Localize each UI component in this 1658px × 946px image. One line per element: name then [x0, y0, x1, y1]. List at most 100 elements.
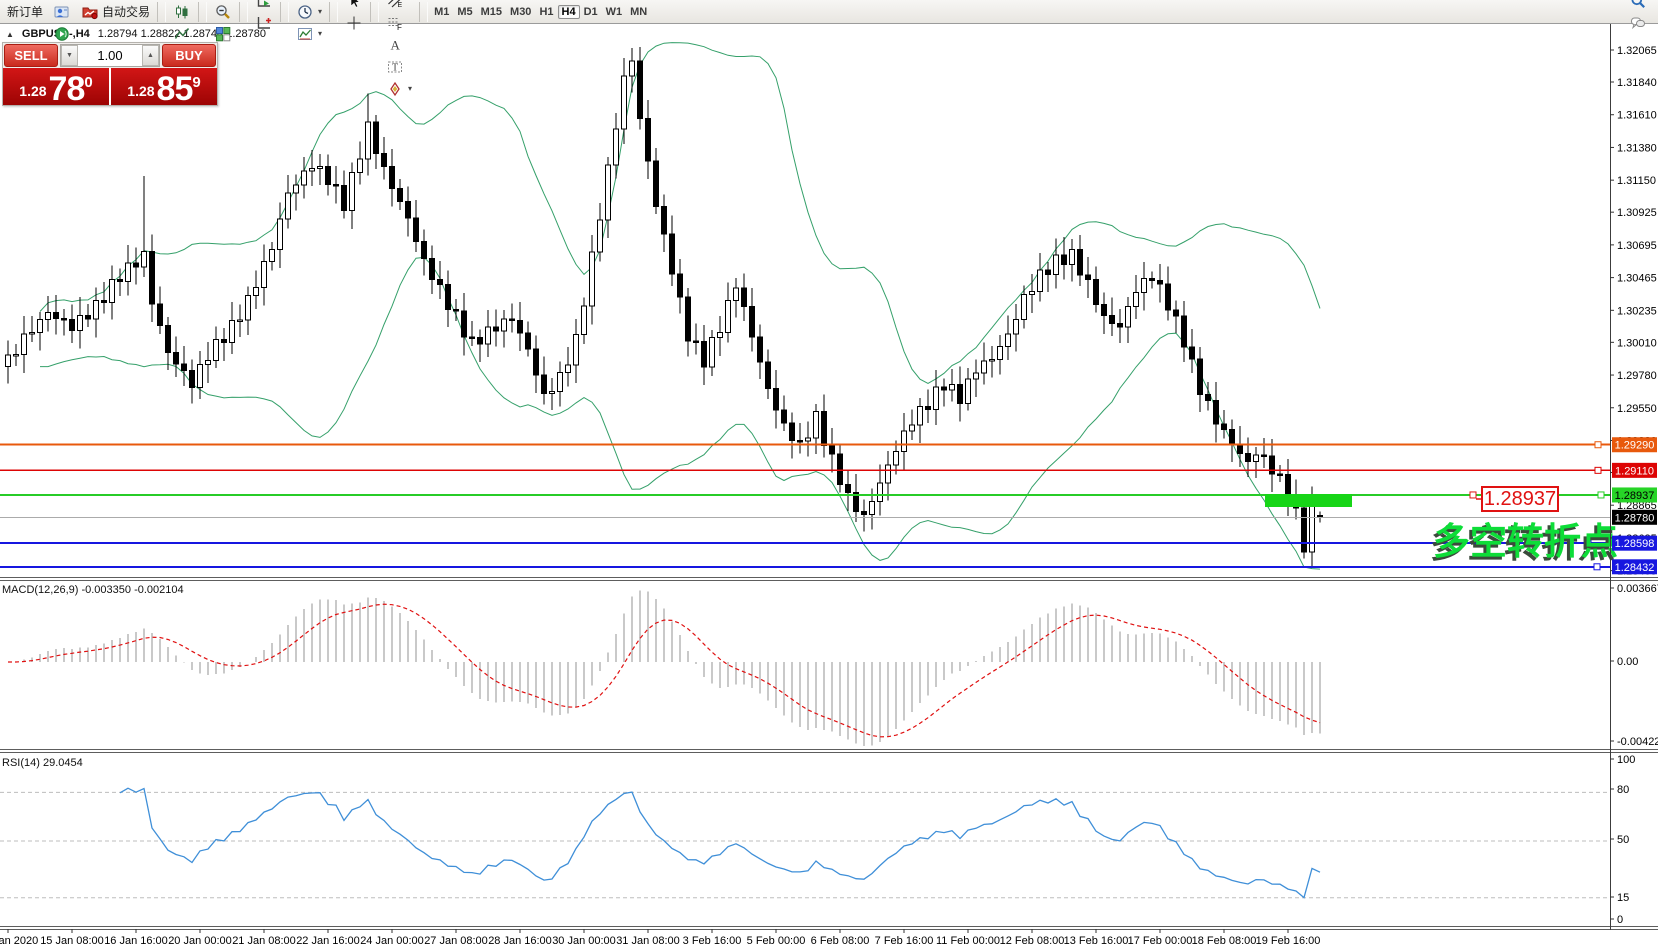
- timeframe-w1-button[interactable]: W1: [602, 5, 627, 19]
- time-tick-label: 16 Jan 16:00: [104, 935, 168, 946]
- time-tick-label: 31 Jan 08:00: [616, 935, 680, 946]
- periods-icon: [296, 3, 314, 21]
- time-tick-label: 7 Feb 16:00: [875, 935, 934, 946]
- candle-chart-icon: [173, 3, 191, 21]
- fibonacci-button[interactable]: F: [381, 12, 417, 34]
- chat-button[interactable]: [1624, 12, 1652, 34]
- time-tick-label: 15 Jan 08:00: [40, 935, 104, 946]
- crosshair-icon: [345, 14, 363, 32]
- price-tick-label: 1.32065: [1617, 45, 1657, 57]
- timeframe-mn-button[interactable]: MN: [626, 5, 651, 19]
- object-anchor-marker[interactable]: [1598, 492, 1604, 498]
- top-toolbar: 新订单 自动交易 ▾▾▾ EFAT▾ M1M5M15M30H1H4D1W1MN: [0, 0, 1658, 24]
- new-order-label: 新订单: [7, 3, 43, 20]
- timeframe-m5-button[interactable]: M5: [453, 5, 476, 19]
- price-badge-text: 1.28432: [1615, 562, 1655, 574]
- macd-histogram: [8, 591, 1320, 747]
- svg-text:F: F: [397, 23, 402, 31]
- time-axis[interactable]: 14 Jan 202015 Jan 08:0016 Jan 16:0020 Ja…: [0, 929, 1320, 946]
- green-highlight-bar[interactable]: [1265, 494, 1352, 507]
- toolbar-separator: [157, 2, 166, 22]
- autotrading-button[interactable]: 自动交易: [76, 1, 155, 23]
- price-tick-label: 1.30925: [1617, 207, 1657, 219]
- price-tick-label: 1.31840: [1617, 77, 1657, 89]
- collapse-triangle-icon[interactable]: ▲: [6, 30, 14, 39]
- periods-button[interactable]: ▾: [291, 1, 327, 23]
- candlestick-series: [6, 47, 1323, 567]
- chat-icon: [1629, 14, 1647, 32]
- object-anchor-marker[interactable]: [1595, 442, 1601, 448]
- price-badge-text: 1.29110: [1615, 465, 1654, 477]
- cn-note-text[interactable]: 多空转折点: [1433, 521, 1618, 562]
- tile-windows-button[interactable]: [209, 23, 237, 45]
- object-anchor-marker[interactable]: [1470, 492, 1476, 498]
- object-anchor-marker[interactable]: [1595, 467, 1601, 473]
- templates-button[interactable]: ▾: [291, 23, 327, 45]
- line-chart-button[interactable]: [168, 23, 196, 45]
- autotrade-icon: [81, 3, 99, 21]
- timeframe-h1-button[interactable]: H1: [535, 5, 557, 19]
- channel-icon: E: [386, 0, 404, 10]
- price-axis[interactable]: 1.320651.318401.316101.313801.311501.309…: [1610, 45, 1658, 926]
- price-tick-label: 1.29780: [1617, 370, 1657, 382]
- volume-up-button[interactable]: ▲: [142, 45, 159, 66]
- indicator-axis-label: 100: [1617, 754, 1635, 766]
- tile-windows-icon: [214, 25, 232, 43]
- toolbar-separator: [419, 2, 428, 22]
- text-icon: A: [386, 36, 404, 54]
- time-tick-label: 28 Jan 16:00: [488, 935, 552, 946]
- arrows-button[interactable]: ▾: [381, 78, 417, 100]
- client-terminal-button[interactable]: [48, 1, 76, 23]
- price-tick-label: 1.31150: [1617, 175, 1656, 187]
- text-button[interactable]: A: [381, 34, 417, 56]
- indicator-axis-label: 80: [1617, 784, 1629, 796]
- sell-button[interactable]: SELL: [4, 44, 58, 67]
- price-badge-text: 1.28598: [1615, 538, 1655, 550]
- time-tick-label: 14 Jan 2020: [0, 935, 38, 946]
- channel-button[interactable]: E: [381, 0, 417, 12]
- buy-label: BUY: [175, 48, 202, 63]
- buy-button[interactable]: BUY: [162, 44, 216, 67]
- crosshair-button[interactable]: [340, 12, 368, 34]
- zoom-out-icon: [214, 3, 232, 21]
- svg-text:E: E: [398, 2, 403, 9]
- time-tick-label: 5 Feb 00:00: [747, 935, 806, 946]
- timeframe-m15-button[interactable]: M15: [477, 5, 506, 19]
- zoom-out-button[interactable]: [209, 1, 237, 23]
- signals-icon: [53, 25, 71, 43]
- volume-down-button[interactable]: ▼: [61, 45, 78, 66]
- candle-chart-button[interactable]: [168, 1, 196, 23]
- toolbar-separator: [198, 2, 207, 22]
- cursor-button[interactable]: [340, 0, 368, 12]
- price-tick-label: 1.30465: [1617, 273, 1657, 285]
- price-badge-text: 1.29290: [1615, 440, 1655, 452]
- search-button[interactable]: [1624, 0, 1652, 12]
- label-button[interactable]: T: [381, 56, 417, 78]
- chart-shift-icon: [255, 14, 273, 32]
- time-tick-label: 30 Jan 00:00: [552, 935, 616, 946]
- timeframe-m1-button[interactable]: M1: [430, 5, 453, 19]
- panel-frame: [0, 24, 1658, 930]
- timeframe-m30-button[interactable]: M30: [506, 5, 535, 19]
- timeframe-h4-button[interactable]: H4: [558, 5, 580, 19]
- horizontal-level-lines[interactable]: [0, 445, 1610, 567]
- toolbar-separator: [280, 2, 289, 22]
- buy-quote-tile[interactable]: 1.28859: [111, 68, 217, 105]
- volume-spinner: ▼ 1.00 ▲: [60, 44, 160, 67]
- auto-scroll-button[interactable]: [250, 0, 278, 12]
- time-tick-label: 19 Feb 16:00: [1256, 935, 1321, 946]
- chart-window[interactable]: 1.28937多空转折点多空转折点1.320651.318401.316101.…: [0, 24, 1658, 946]
- indicator-axis-label: -0.00422: [1617, 736, 1658, 748]
- timeframe-d1-button[interactable]: D1: [580, 5, 602, 19]
- new-order-button[interactable]: 新订单: [2, 1, 48, 23]
- price-badge-text: 1.28780: [1615, 512, 1655, 524]
- price-tick-label: 1.30010: [1617, 337, 1657, 349]
- buy-price-big: 85: [157, 74, 193, 104]
- chart-canvas[interactable]: 1.28937多空转折点多空转折点1.320651.318401.316101.…: [0, 24, 1658, 946]
- price-badge-text: 1.28937: [1615, 490, 1655, 502]
- chevron-down-icon: ▾: [408, 84, 412, 93]
- chart-shift-button[interactable]: [250, 12, 278, 34]
- signals-button[interactable]: [48, 23, 76, 45]
- sell-quote-tile[interactable]: 1.28780: [3, 68, 109, 105]
- svg-text:A: A: [391, 37, 401, 52]
